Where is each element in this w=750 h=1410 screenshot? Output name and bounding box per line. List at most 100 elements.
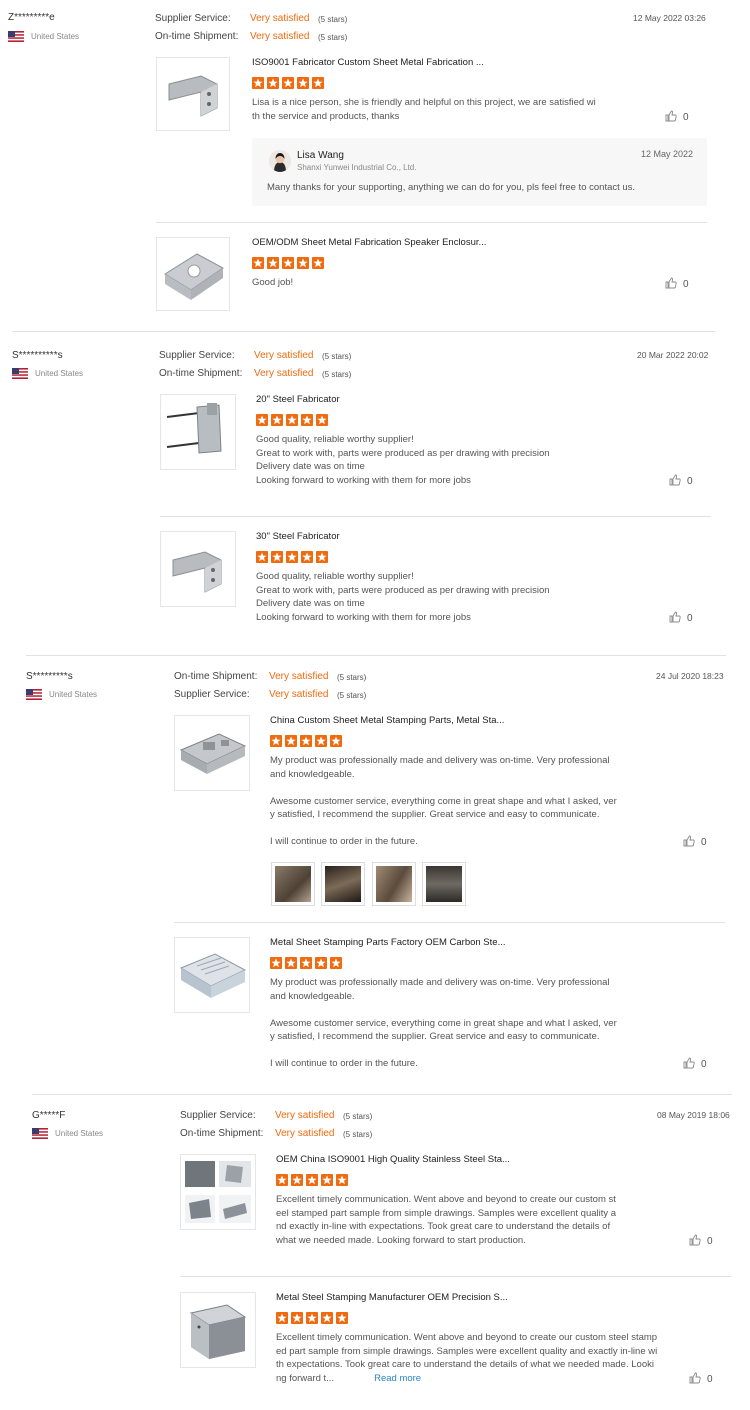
item-divider: [156, 222, 707, 223]
rating-value: Very satisfied: [275, 1128, 335, 1139]
like-count: 0: [683, 279, 689, 290]
star-icon: [276, 1174, 288, 1186]
review-divider: [12, 331, 715, 332]
product-title[interactable]: Metal Steel Stamping Manufacturer OEM Pr…: [276, 1292, 508, 1303]
like-count: 0: [687, 613, 693, 624]
product-rating: [276, 1311, 351, 1325]
review-photo[interactable]: [271, 862, 315, 906]
product-rating: [252, 256, 327, 270]
star-icon: [252, 257, 264, 269]
star-icon: [312, 77, 324, 89]
star-icon: [285, 957, 297, 969]
rating-value: Very satisfied: [250, 13, 310, 24]
read-more-link[interactable]: Read more: [374, 1373, 421, 1384]
product-thumbnail[interactable]: [180, 1292, 256, 1368]
product-title[interactable]: OEM China ISO9001 High Quality Stainless…: [276, 1154, 510, 1165]
reviewer-country: United States: [49, 690, 98, 699]
reviewer-name: G*****F: [32, 1110, 66, 1121]
item-divider: [160, 516, 711, 517]
like-button[interactable]: 0: [665, 110, 689, 123]
star-icon: [315, 957, 327, 969]
rating-label: On-time Shipment:: [155, 31, 239, 42]
star-icon: [286, 551, 298, 563]
us-flag-icon: [12, 368, 28, 379]
product-thumbnail[interactable]: [160, 394, 236, 470]
review-text: Lisa is a nice person, she is friendly a…: [252, 97, 596, 122]
product-thumbnail[interactable]: [160, 531, 236, 607]
review-text: Good quality, reliable worthy supplier! G…: [256, 434, 550, 486]
thumbs-up-icon: [683, 1057, 695, 1069]
rating-value: Very satisfied: [275, 1110, 335, 1121]
rating-stars: (5 stars): [322, 352, 352, 361]
product-title[interactable]: 20" Steel Fabricator: [256, 394, 340, 405]
review-divider: [32, 1094, 732, 1095]
thumbs-up-icon: [689, 1372, 701, 1384]
like-button[interactable]: 0: [669, 611, 693, 624]
rating-label: Supplier Service:: [180, 1110, 256, 1121]
reviewer-name: S**********s: [12, 350, 63, 361]
product-thumbnail[interactable]: [180, 1154, 256, 1230]
avatar: [269, 150, 291, 172]
star-icon: [270, 735, 282, 747]
review-text: Good job!: [252, 277, 294, 288]
like-count: 0: [687, 476, 693, 487]
reviewer-country: United States: [55, 1129, 104, 1138]
reviewer-name: Z*********e: [8, 12, 55, 23]
star-icon: [312, 257, 324, 269]
product-thumbnail[interactable]: [156, 237, 230, 311]
review-photo[interactable]: [422, 862, 466, 906]
rating-stars: (5 stars): [343, 1112, 373, 1121]
like-button[interactable]: 0: [683, 835, 707, 848]
like-button[interactable]: 0: [665, 277, 689, 290]
review-photo[interactable]: [372, 862, 416, 906]
review-text: Excellent timely communication. Went abo…: [276, 1194, 617, 1246]
rating-value: Very satisfied: [254, 368, 314, 379]
review-date: 20 Mar 2022 20:02: [637, 350, 709, 360]
star-icon: [306, 1174, 318, 1186]
star-icon: [285, 735, 297, 747]
product-title[interactable]: China Custom Sheet Metal Stamping Parts,…: [270, 715, 504, 726]
like-button[interactable]: 0: [689, 1372, 713, 1385]
rating-label: Supplier Service:: [174, 689, 250, 700]
reply-message: Many thanks for your supporting, anythin…: [267, 182, 636, 193]
star-icon: [297, 77, 309, 89]
star-icon: [286, 414, 298, 426]
product-rating: [270, 956, 345, 970]
star-icon: [301, 414, 313, 426]
like-button[interactable]: 0: [689, 1234, 713, 1247]
star-icon: [330, 735, 342, 747]
star-icon: [336, 1312, 348, 1324]
star-icon: [301, 551, 313, 563]
product-title[interactable]: ISO9001 Fabricator Custom Sheet Metal Fa…: [252, 57, 484, 68]
star-icon: [321, 1312, 333, 1324]
like-button[interactable]: 0: [669, 474, 693, 487]
rating-value: Very satisfied: [254, 350, 314, 361]
product-title[interactable]: 30" Steel Fabricator: [256, 531, 340, 542]
like-button[interactable]: 0: [683, 1057, 707, 1070]
like-count: 0: [701, 837, 707, 848]
product-thumbnail[interactable]: [174, 715, 250, 791]
product-thumbnail[interactable]: [174, 937, 250, 1013]
rating-label: On-time Shipment:: [159, 368, 243, 379]
thumbs-up-icon: [689, 1234, 701, 1246]
star-icon: [316, 414, 328, 426]
star-icon: [300, 735, 312, 747]
reviewer-country: United States: [35, 369, 84, 378]
review-photo[interactable]: [321, 862, 365, 906]
star-icon: [282, 77, 294, 89]
rating-stars: (5 stars): [318, 33, 348, 42]
us-flag-icon: [32, 1128, 48, 1139]
rating-label: On-time Shipment:: [180, 1128, 264, 1139]
review-divider: [26, 655, 726, 656]
rating-label: Supplier Service:: [159, 350, 235, 361]
product-title[interactable]: Metal Sheet Stamping Parts Factory OEM C…: [270, 937, 506, 948]
product-thumbnail[interactable]: [156, 57, 230, 131]
star-icon: [271, 551, 283, 563]
product-title[interactable]: OEM/ODM Sheet Metal Fabrication Speaker …: [252, 237, 486, 248]
star-icon: [252, 77, 264, 89]
like-count: 0: [707, 1236, 713, 1247]
thumbs-up-icon: [669, 611, 681, 623]
reviewer-country: United States: [31, 32, 80, 41]
rating-stars: (5 stars): [322, 370, 352, 379]
thumbs-up-icon: [665, 110, 677, 122]
